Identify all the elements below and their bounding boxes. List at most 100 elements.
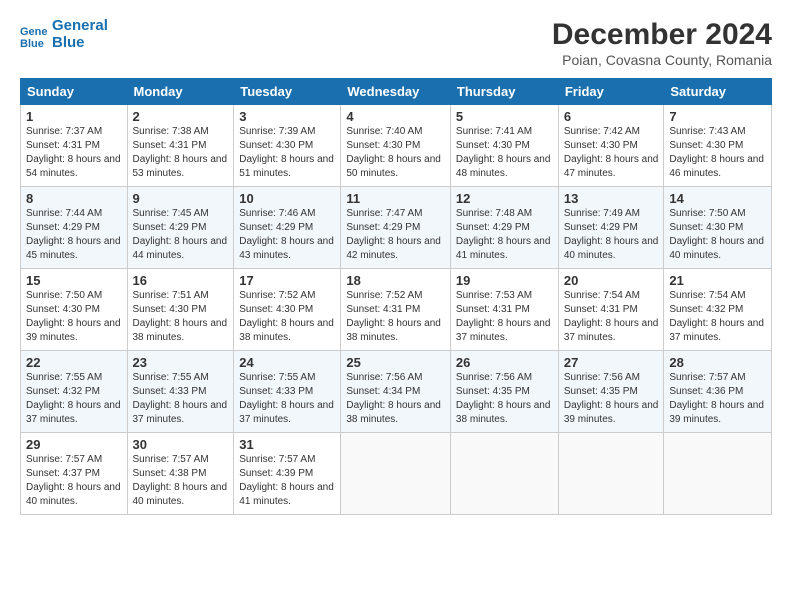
header: General Blue General Blue December 2024 … <box>20 18 772 68</box>
day-cell-20: 20 Sunrise: 7:54 AMSunset: 4:31 PMDaylig… <box>558 269 664 351</box>
day-number: 6 <box>564 109 659 124</box>
svg-text:General: General <box>20 26 48 38</box>
day-number: 8 <box>26 191 122 206</box>
col-thursday: Thursday <box>450 79 558 105</box>
day-number: 15 <box>26 273 122 288</box>
day-cell-25: 25 Sunrise: 7:56 AMSunset: 4:34 PMDaylig… <box>341 351 451 433</box>
day-number: 13 <box>564 191 659 206</box>
day-info: Sunrise: 7:57 AMSunset: 4:36 PMDaylight:… <box>669 372 764 425</box>
day-info: Sunrise: 7:50 AMSunset: 4:30 PMDaylight:… <box>669 208 764 261</box>
day-number: 9 <box>133 191 229 206</box>
main-title: December 2024 <box>552 18 772 52</box>
calendar-header-row: Sunday Monday Tuesday Wednesday Thursday… <box>21 79 772 105</box>
day-info: Sunrise: 7:37 AMSunset: 4:31 PMDaylight:… <box>26 126 121 179</box>
day-cell-8: 8 Sunrise: 7:44 AMSunset: 4:29 PMDayligh… <box>21 187 128 269</box>
day-info: Sunrise: 7:55 AMSunset: 4:33 PMDaylight:… <box>239 372 334 425</box>
empty-cell <box>558 433 664 515</box>
day-info: Sunrise: 7:46 AMSunset: 4:29 PMDaylight:… <box>239 208 334 261</box>
day-info: Sunrise: 7:56 AMSunset: 4:34 PMDaylight:… <box>346 372 441 425</box>
day-info: Sunrise: 7:53 AMSunset: 4:31 PMDaylight:… <box>456 290 551 343</box>
day-number: 19 <box>456 273 553 288</box>
day-info: Sunrise: 7:40 AMSunset: 4:30 PMDaylight:… <box>346 126 441 179</box>
day-number: 1 <box>26 109 122 124</box>
day-info: Sunrise: 7:56 AMSunset: 4:35 PMDaylight:… <box>456 372 551 425</box>
day-info: Sunrise: 7:48 AMSunset: 4:29 PMDaylight:… <box>456 208 551 261</box>
day-number: 17 <box>239 273 335 288</box>
day-cell-15: 15 Sunrise: 7:50 AMSunset: 4:30 PMDaylig… <box>21 269 128 351</box>
calendar-week-5: 29 Sunrise: 7:57 AMSunset: 4:37 PMDaylig… <box>21 433 772 515</box>
day-number: 11 <box>346 191 445 206</box>
day-number: 28 <box>669 355 766 370</box>
day-cell-14: 14 Sunrise: 7:50 AMSunset: 4:30 PMDaylig… <box>664 187 772 269</box>
day-number: 26 <box>456 355 553 370</box>
day-info: Sunrise: 7:50 AMSunset: 4:30 PMDaylight:… <box>26 290 121 343</box>
day-number: 29 <box>26 437 122 452</box>
day-number: 27 <box>564 355 659 370</box>
day-info: Sunrise: 7:43 AMSunset: 4:30 PMDaylight:… <box>669 126 764 179</box>
day-cell-7: 7 Sunrise: 7:43 AMSunset: 4:30 PMDayligh… <box>664 105 772 187</box>
day-info: Sunrise: 7:57 AMSunset: 4:37 PMDaylight:… <box>26 454 121 507</box>
empty-cell <box>450 433 558 515</box>
col-monday: Monday <box>127 79 234 105</box>
calendar-week-4: 22 Sunrise: 7:55 AMSunset: 4:32 PMDaylig… <box>21 351 772 433</box>
day-number: 20 <box>564 273 659 288</box>
day-number: 16 <box>133 273 229 288</box>
day-cell-31: 31 Sunrise: 7:57 AMSunset: 4:39 PMDaylig… <box>234 433 341 515</box>
day-number: 18 <box>346 273 445 288</box>
svg-text:Blue: Blue <box>20 38 44 49</box>
day-number: 23 <box>133 355 229 370</box>
day-info: Sunrise: 7:54 AMSunset: 4:31 PMDaylight:… <box>564 290 659 343</box>
day-info: Sunrise: 7:52 AMSunset: 4:30 PMDaylight:… <box>239 290 334 343</box>
day-info: Sunrise: 7:41 AMSunset: 4:30 PMDaylight:… <box>456 126 551 179</box>
day-number: 30 <box>133 437 229 452</box>
day-info: Sunrise: 7:57 AMSunset: 4:38 PMDaylight:… <box>133 454 228 507</box>
day-cell-4: 4 Sunrise: 7:40 AMSunset: 4:30 PMDayligh… <box>341 105 451 187</box>
day-cell-23: 23 Sunrise: 7:55 AMSunset: 4:33 PMDaylig… <box>127 351 234 433</box>
day-number: 4 <box>346 109 445 124</box>
day-cell-12: 12 Sunrise: 7:48 AMSunset: 4:29 PMDaylig… <box>450 187 558 269</box>
day-info: Sunrise: 7:49 AMSunset: 4:29 PMDaylight:… <box>564 208 659 261</box>
day-cell-16: 16 Sunrise: 7:51 AMSunset: 4:30 PMDaylig… <box>127 269 234 351</box>
day-cell-29: 29 Sunrise: 7:57 AMSunset: 4:37 PMDaylig… <box>21 433 128 515</box>
day-cell-6: 6 Sunrise: 7:42 AMSunset: 4:30 PMDayligh… <box>558 105 664 187</box>
day-info: Sunrise: 7:51 AMSunset: 4:30 PMDaylight:… <box>133 290 228 343</box>
day-info: Sunrise: 7:38 AMSunset: 4:31 PMDaylight:… <box>133 126 228 179</box>
day-number: 14 <box>669 191 766 206</box>
day-cell-19: 19 Sunrise: 7:53 AMSunset: 4:31 PMDaylig… <box>450 269 558 351</box>
day-info: Sunrise: 7:56 AMSunset: 4:35 PMDaylight:… <box>564 372 659 425</box>
day-info: Sunrise: 7:55 AMSunset: 4:32 PMDaylight:… <box>26 372 121 425</box>
logo-icon: General Blue <box>20 21 48 49</box>
day-info: Sunrise: 7:39 AMSunset: 4:30 PMDaylight:… <box>239 126 334 179</box>
calendar-week-1: 1 Sunrise: 7:37 AMSunset: 4:31 PMDayligh… <box>21 105 772 187</box>
day-info: Sunrise: 7:54 AMSunset: 4:32 PMDaylight:… <box>669 290 764 343</box>
day-cell-28: 28 Sunrise: 7:57 AMSunset: 4:36 PMDaylig… <box>664 351 772 433</box>
day-cell-1: 1 Sunrise: 7:37 AMSunset: 4:31 PMDayligh… <box>21 105 128 187</box>
day-cell-21: 21 Sunrise: 7:54 AMSunset: 4:32 PMDaylig… <box>664 269 772 351</box>
day-cell-13: 13 Sunrise: 7:49 AMSunset: 4:29 PMDaylig… <box>558 187 664 269</box>
day-info: Sunrise: 7:55 AMSunset: 4:33 PMDaylight:… <box>133 372 228 425</box>
day-cell-18: 18 Sunrise: 7:52 AMSunset: 4:31 PMDaylig… <box>341 269 451 351</box>
day-info: Sunrise: 7:52 AMSunset: 4:31 PMDaylight:… <box>346 290 441 343</box>
day-cell-22: 22 Sunrise: 7:55 AMSunset: 4:32 PMDaylig… <box>21 351 128 433</box>
day-cell-17: 17 Sunrise: 7:52 AMSunset: 4:30 PMDaylig… <box>234 269 341 351</box>
calendar-table: Sunday Monday Tuesday Wednesday Thursday… <box>20 78 772 515</box>
day-info: Sunrise: 7:47 AMSunset: 4:29 PMDaylight:… <box>346 208 441 261</box>
logo-text-line1: General <box>52 18 108 35</box>
col-saturday: Saturday <box>664 79 772 105</box>
calendar-week-2: 8 Sunrise: 7:44 AMSunset: 4:29 PMDayligh… <box>21 187 772 269</box>
calendar-week-3: 15 Sunrise: 7:50 AMSunset: 4:30 PMDaylig… <box>21 269 772 351</box>
day-info: Sunrise: 7:57 AMSunset: 4:39 PMDaylight:… <box>239 454 334 507</box>
day-number: 10 <box>239 191 335 206</box>
day-cell-27: 27 Sunrise: 7:56 AMSunset: 4:35 PMDaylig… <box>558 351 664 433</box>
logo-text-line2: Blue <box>52 35 108 52</box>
day-info: Sunrise: 7:45 AMSunset: 4:29 PMDaylight:… <box>133 208 228 261</box>
day-cell-30: 30 Sunrise: 7:57 AMSunset: 4:38 PMDaylig… <box>127 433 234 515</box>
day-cell-2: 2 Sunrise: 7:38 AMSunset: 4:31 PMDayligh… <box>127 105 234 187</box>
day-cell-9: 9 Sunrise: 7:45 AMSunset: 4:29 PMDayligh… <box>127 187 234 269</box>
empty-cell <box>664 433 772 515</box>
day-cell-11: 11 Sunrise: 7:47 AMSunset: 4:29 PMDaylig… <box>341 187 451 269</box>
day-cell-10: 10 Sunrise: 7:46 AMSunset: 4:29 PMDaylig… <box>234 187 341 269</box>
page: General Blue General Blue December 2024 … <box>0 0 792 612</box>
day-cell-3: 3 Sunrise: 7:39 AMSunset: 4:30 PMDayligh… <box>234 105 341 187</box>
day-number: 24 <box>239 355 335 370</box>
